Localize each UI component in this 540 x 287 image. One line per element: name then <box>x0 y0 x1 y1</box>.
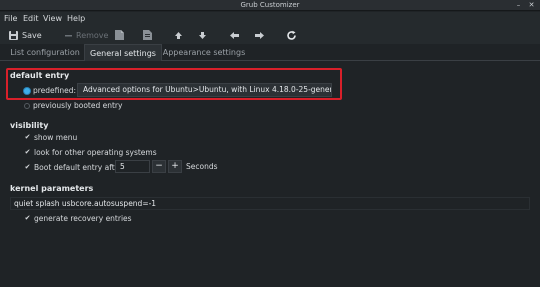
move-left-icon[interactable] <box>228 28 241 42</box>
increment-button[interactable]: + <box>168 160 182 173</box>
recovery-row[interactable]: ✔ generate recovery entries <box>24 214 132 223</box>
menu-file[interactable]: File <box>4 14 17 23</box>
look-for-other-checkbox[interactable]: ✔ <box>24 149 31 156</box>
move-down-icon[interactable] <box>197 28 208 42</box>
show-menu-row[interactable]: ✔ show menu <box>24 133 78 142</box>
move-up-icon[interactable] <box>173 28 184 42</box>
kernel-parameters-title: kernel parameters <box>10 184 94 193</box>
menu-edit[interactable]: Edit <box>23 14 39 23</box>
save-icon <box>8 30 19 41</box>
tab-general-settings[interactable]: General settings <box>84 44 162 61</box>
tab-bar: List configuration General settings Appe… <box>0 44 540 61</box>
seconds-label: Seconds <box>186 162 218 171</box>
save-label: Save <box>22 30 42 40</box>
menu-bar: File Edit View Help <box>0 12 540 26</box>
folder-icon[interactable] <box>142 28 153 42</box>
recovery-checkbox[interactable]: ✔ <box>24 215 31 222</box>
document-icon[interactable] <box>114 28 125 42</box>
visibility-title: visibility <box>10 121 49 130</box>
default-entry-title: default entry <box>10 71 70 80</box>
kernel-parameters-input[interactable]: quiet splash usbcore.autosuspend=-1 <box>10 197 530 210</box>
previously-booted-label: previously booted entry <box>33 101 123 110</box>
tab-list-configuration[interactable]: List configuration <box>6 44 84 61</box>
refresh-icon[interactable] <box>286 28 297 42</box>
toolbar: Save Remove <box>0 26 540 44</box>
previously-booted-radio[interactable] <box>24 102 30 109</box>
menu-help[interactable]: Help <box>67 14 85 23</box>
remove-icon <box>64 31 73 40</box>
boot-default-row[interactable]: ✔ Boot default entry after <box>24 163 123 172</box>
menu-view[interactable]: View <box>43 14 62 23</box>
show-menu-label: show menu <box>34 133 78 142</box>
window-title: Grub Customizer <box>240 1 300 9</box>
general-settings-panel: default entry predefined: Advanced optio… <box>0 61 540 287</box>
remove-button[interactable]: Remove <box>64 28 108 42</box>
show-menu-checkbox[interactable]: ✔ <box>24 134 31 141</box>
decrement-button[interactable]: − <box>152 160 166 173</box>
title-bar: Grub Customizer – ✕ <box>0 0 540 11</box>
boot-default-label: Boot default entry after <box>34 163 123 172</box>
save-button[interactable]: Save <box>8 28 42 42</box>
tab-appearance-settings[interactable]: Appearance settings <box>162 44 246 61</box>
boot-default-checkbox[interactable]: ✔ <box>24 164 31 171</box>
look-for-other-row[interactable]: ✔ look for other operating systems <box>24 148 157 157</box>
close-icon[interactable]: ✕ <box>527 1 536 10</box>
predefined-radio-row[interactable]: predefined: <box>24 86 76 95</box>
previously-booted-row[interactable]: previously booted entry <box>24 101 122 110</box>
move-right-icon[interactable] <box>253 28 266 42</box>
minimize-icon[interactable]: – <box>514 1 523 10</box>
remove-label: Remove <box>76 30 109 40</box>
recovery-label: generate recovery entries <box>34 214 132 223</box>
predefined-entry-combo[interactable]: Advanced options for Ubuntu>Ubuntu, with… <box>77 83 332 97</box>
look-for-other-label: look for other operating systems <box>34 148 157 157</box>
timeout-input[interactable]: 5 <box>115 160 150 173</box>
predefined-radio[interactable] <box>24 87 30 94</box>
predefined-label: predefined: <box>33 86 77 95</box>
